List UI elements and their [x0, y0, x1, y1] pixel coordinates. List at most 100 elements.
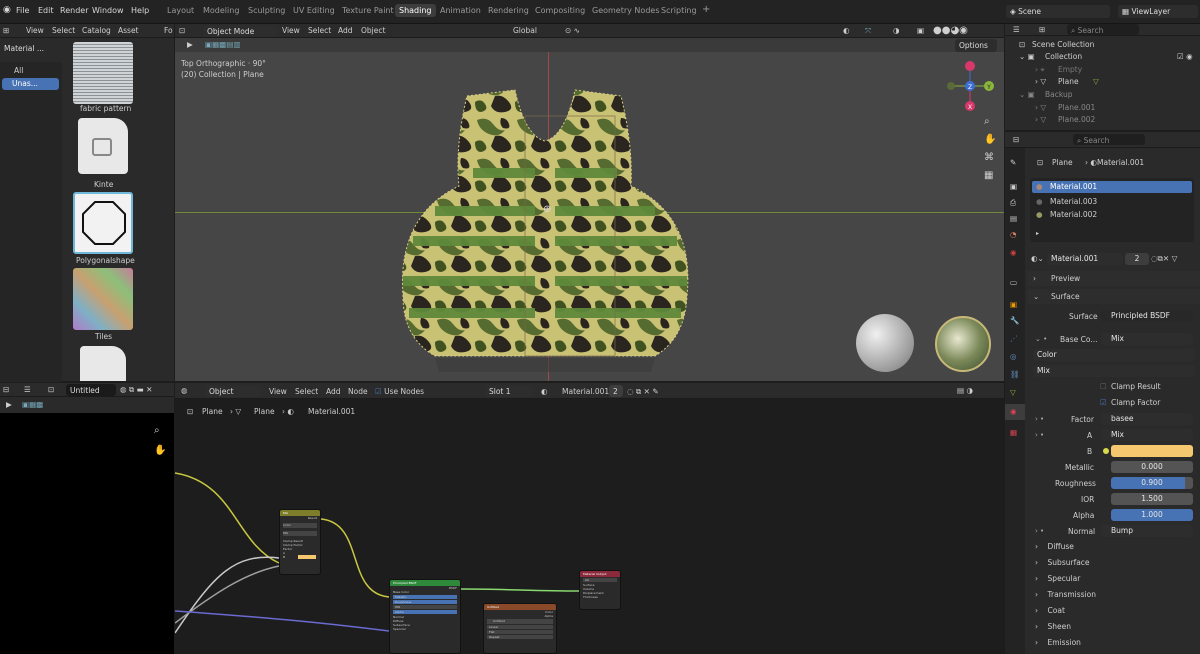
material-user-count[interactable]: 2	[1125, 253, 1149, 265]
world-tab-icon[interactable]: ◉	[1010, 248, 1017, 257]
collection-visibility-icons[interactable]: ☑ ◉	[1177, 52, 1193, 61]
tab-sculpting[interactable]: Sculpting	[248, 6, 285, 15]
menu-window[interactable]: Window	[92, 6, 124, 15]
transform-orientation[interactable]: Global	[513, 26, 537, 35]
asset-thumb-fabric-pattern[interactable]	[73, 42, 133, 104]
bsdf-ior-field[interactable]: IOR	[393, 605, 457, 609]
normal-field[interactable]: Bump	[1101, 525, 1193, 537]
base-color-field[interactable]: Mix	[1101, 333, 1193, 345]
surface-panel-header[interactable]: ⌄ Surface	[1027, 289, 1200, 304]
asset-library-dropdown[interactable]: Material ...	[0, 42, 52, 55]
viewport-canvas[interactable]: Top Orthographic · 90° (20) Collection |…	[175, 52, 1004, 381]
asset-menu-catalog[interactable]: Catalog	[82, 26, 111, 35]
image-texture-node[interactable]: Untitled Color Alpha Untitled Linear Fla…	[483, 603, 557, 654]
properties-search[interactable]: ⌕ Search	[1073, 134, 1145, 145]
camo-vest-mesh[interactable]	[395, 76, 695, 378]
principled-bsdf-node[interactable]: Principled BSDF BSDF Base Color Metallic…	[389, 579, 461, 654]
image-editor-type-icon[interactable]: ⊟	[3, 385, 9, 394]
clamp-result-checkbox[interactable]: ☐	[1100, 382, 1107, 391]
outliner-scene-collection[interactable]: Scene Collection	[1032, 40, 1094, 49]
view-layer-tab-icon[interactable]: ▤	[1010, 214, 1017, 223]
subsection-specular[interactable]: › Specular	[1035, 574, 1080, 583]
asset-menu-select[interactable]: Select	[52, 26, 75, 35]
outliner-plane001[interactable]: Plane.001	[1058, 103, 1095, 112]
outliner-filter-icon[interactable]: ⊞	[1039, 25, 1045, 34]
tool-tab-icon[interactable]: ✎	[1010, 158, 1016, 167]
clamp-factor-checkbox[interactable]: ☑	[1100, 398, 1107, 407]
bsdf-alpha-field[interactable]: Alpha	[393, 610, 457, 614]
material-browse-icon[interactable]: ◐⌄	[1031, 254, 1044, 263]
image-pan-icon[interactable]: ✋	[154, 445, 166, 456]
preview-panel-header[interactable]: › Preview	[1027, 271, 1200, 286]
backup-expand-icon[interactable]: ⌄ ▣	[1019, 90, 1035, 99]
output-thickness-socket[interactable]: Thickness	[580, 595, 620, 599]
outliner-plane[interactable]: Plane	[1058, 77, 1079, 86]
tex-image-selector[interactable]: Untitled	[487, 619, 553, 624]
alpha-field[interactable]: 1.000	[1111, 509, 1193, 521]
particles-tab-icon[interactable]: ⋰	[1010, 334, 1018, 343]
subsection-sheen[interactable]: › Sheen	[1035, 622, 1071, 631]
image-editor[interactable]: ⊟ ☰ ⊡ Untitled ◍ ⧉ ▬ ✕ ▶ ▣▦▩ ⌕ ✋	[0, 383, 174, 654]
viewport-menu-select[interactable]: Select	[308, 26, 331, 35]
tab-animation[interactable]: Animation	[440, 6, 481, 15]
tab-shading[interactable]: Shading	[395, 4, 436, 17]
slot-item-1[interactable]: ● Material.001	[1032, 181, 1192, 193]
subsection-coat[interactable]: › Coat	[1035, 606, 1065, 615]
image-name-field[interactable]: Untitled	[66, 384, 116, 396]
factor-field[interactable]: basee	[1101, 413, 1193, 425]
perspective-grid-icon[interactable]: ▦	[984, 170, 993, 181]
material-tab-active[interactable]: ◉	[1005, 404, 1025, 420]
camera-icon[interactable]: ⌘	[984, 152, 994, 163]
catalog-unassigned[interactable]: Unas...	[2, 78, 59, 90]
a-field[interactable]: Mix	[1101, 429, 1193, 441]
factor-expand-icon[interactable]: › •	[1035, 415, 1044, 423]
bsdf-roughness-field[interactable]: Roughness	[393, 600, 457, 604]
viewport-menu-add[interactable]: Add	[338, 26, 353, 35]
mix-b-swatch[interactable]	[298, 555, 316, 559]
collection-tab-icon[interactable]: ▭	[1010, 278, 1017, 287]
slot-list-expand-icon[interactable]: ▸	[1036, 230, 1039, 237]
shading-solid-icon[interactable]: ●●◕◉	[933, 25, 968, 36]
subsection-subsurface[interactable]: › Subsurface	[1035, 558, 1090, 567]
tex-interp-dropdown[interactable]: Linear	[487, 625, 553, 629]
options-dropdown[interactable]: Options	[955, 39, 997, 52]
surface-shader-field[interactable]: Principled BSDF	[1101, 310, 1193, 322]
object-mode-dropdown[interactable]: Object Mode	[203, 25, 277, 37]
collection-expand-icon[interactable]: ⌄ ▣	[1019, 52, 1035, 61]
asset-menu-asset[interactable]: Asset	[118, 26, 139, 35]
zoom-icon[interactable]: ⌕	[984, 116, 990, 127]
subsection-emission[interactable]: › Emission	[1035, 638, 1081, 647]
modifier-tab-icon[interactable]: 🔧	[1010, 316, 1019, 325]
outliner-backup[interactable]: Backup	[1045, 90, 1073, 99]
mix-result-socket[interactable]: Result	[280, 516, 320, 520]
blend-mode-dropdown[interactable]: Mix	[1033, 365, 1195, 377]
add-workspace-icon[interactable]: +	[702, 4, 710, 15]
menu-file[interactable]: File	[16, 6, 29, 15]
tab-layout[interactable]: Layout	[167, 6, 194, 15]
prop-breadcrumb-obj[interactable]: Plane	[1052, 158, 1073, 167]
image-editor-menu-icon[interactable]: ☰	[24, 385, 31, 394]
asset-menu-view[interactable]: View	[26, 26, 44, 35]
snap-icon[interactable]: ⊙ ∿	[565, 26, 580, 35]
scene-selector[interactable]: ◈ Scene	[1006, 5, 1110, 18]
material-output-node[interactable]: Material Output All Surface Volume Displ…	[579, 570, 621, 610]
gizmo-toggle-icon[interactable]: ⤧	[865, 26, 871, 36]
overlay-toggle-icon[interactable]: ◑	[893, 26, 900, 35]
tool-select-icon[interactable]: ▶	[187, 40, 193, 49]
menu-help[interactable]: Help	[131, 6, 149, 15]
data-tab-icon[interactable]: ▽	[1010, 388, 1016, 397]
ior-field[interactable]: 1.500	[1111, 493, 1193, 505]
view-layer-selector[interactable]: ▦ ViewLayer	[1118, 5, 1198, 18]
asset-thumb-next[interactable]	[80, 346, 126, 381]
asset-thumb-polygonalshape[interactable]	[73, 192, 133, 254]
mix-mode-dropdown[interactable]: Mix	[283, 531, 317, 536]
prop-breadcrumb-mat[interactable]: Material.001	[1097, 158, 1144, 167]
a-expand-icon[interactable]: › •	[1035, 431, 1044, 439]
image-editor-view-icon[interactable]: ⊡	[48, 385, 54, 394]
bsdf-metallic-field[interactable]: Metallic	[393, 595, 457, 599]
output-target-dropdown[interactable]: All	[583, 578, 617, 582]
roughness-field[interactable]: 0.900	[1111, 477, 1193, 489]
asset-menu-fo[interactable]: Fo	[164, 26, 173, 35]
metallic-field[interactable]: 0.000	[1111, 461, 1193, 473]
bsdf-specular-panel[interactable]: Specular	[390, 627, 460, 631]
